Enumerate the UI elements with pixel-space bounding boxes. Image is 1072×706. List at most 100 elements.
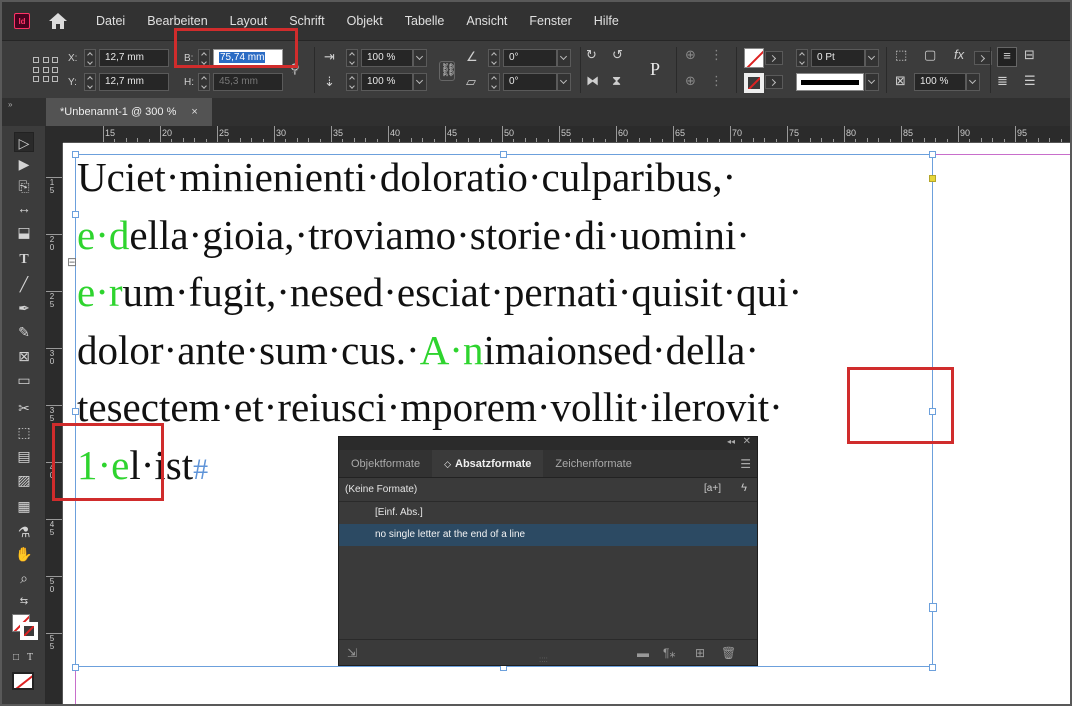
live-corner-handle[interactable] [929, 175, 936, 182]
document-tab[interactable]: *Unbenannt-1 @ 300 % × [46, 98, 212, 126]
menu-hilfe[interactable]: Hilfe [594, 14, 619, 28]
ruler-origin[interactable] [46, 126, 63, 143]
pencil-tool-icon[interactable]: ✎ [14, 322, 34, 342]
paragraph-direction-icon[interactable]: P [642, 57, 668, 81]
create-style-from-selection-icon[interactable]: [a+] [704, 483, 721, 494]
shear-stepper[interactable] [488, 73, 500, 91]
select-next-icon[interactable]: ⋮ [710, 73, 723, 89]
select-content-icon[interactable]: ⋮ [710, 47, 723, 63]
scale-x-dropdown[interactable] [413, 49, 427, 67]
hand-tool-icon[interactable]: ✋ [14, 544, 34, 564]
rotate-stepper[interactable] [488, 49, 500, 67]
constrain-scale-icon[interactable]: ⛓ [439, 61, 457, 81]
type-tool-icon[interactable]: T [14, 250, 34, 270]
height-field[interactable]: 45,3 mm [213, 73, 283, 91]
menu-ansicht[interactable]: Ansicht [466, 14, 507, 28]
close-tab-icon[interactable]: × [191, 106, 197, 118]
text-wrap-none-icon[interactable]: ≡ [997, 47, 1017, 67]
style-item-basic[interactable]: [Einf. Abs.] [339, 502, 757, 524]
line-tool-icon[interactable]: ╱ [14, 274, 34, 294]
frame-handle-bl[interactable] [72, 664, 79, 671]
tab-absatzformate[interactable]: ◇ Absatzformate [432, 450, 544, 477]
menu-fenster[interactable]: Fenster [529, 14, 571, 28]
gap-tool-icon[interactable]: ↔ [14, 198, 34, 218]
formatting-container-icon[interactable]: □ [10, 648, 22, 668]
stroke-swatch-icon[interactable] [744, 73, 764, 93]
text-wrap-shape-icon[interactable]: ≣ [997, 73, 1008, 89]
scale-y-dropdown[interactable] [413, 73, 427, 91]
fill-dropdown[interactable] [765, 51, 783, 65]
zoom-tool-icon[interactable]: ⌕ [14, 568, 34, 588]
y-stepper[interactable] [84, 73, 96, 91]
frame-handle-tr[interactable] [929, 151, 936, 158]
rotate-cw-icon[interactable]: ↻ [586, 47, 597, 63]
x-stepper[interactable] [84, 49, 96, 67]
fill-swatch-icon[interactable] [744, 48, 764, 68]
tab-zeichenformate[interactable]: Zeichenformate [543, 450, 643, 477]
selection-tool-icon[interactable]: ▷ [14, 132, 34, 152]
direct-selection-tool-icon[interactable]: ▶ [14, 154, 34, 174]
drop-shadow-icon[interactable]: ▢ [924, 47, 936, 63]
collapse-panel-icon[interactable]: » [8, 100, 12, 109]
pen-tool-icon[interactable]: ✒ [14, 298, 34, 318]
content-collector-icon[interactable]: ⬓ [14, 222, 34, 242]
rectangle-frame-tool-icon[interactable]: ⊠ [14, 346, 34, 366]
rectangle-tool-icon[interactable]: ▭ [14, 370, 34, 390]
close-panel-icon[interactable]: ✕ [743, 436, 751, 447]
opacity-field[interactable]: 100 % [914, 73, 966, 91]
scale-y-stepper[interactable] [346, 73, 358, 91]
fill-stroke-swatch-icon[interactable] [12, 614, 38, 640]
default-colors-icon[interactable]: ⇆ [14, 592, 34, 612]
resize-grip-icon[interactable]: :::: [539, 655, 548, 664]
in-port-icon[interactable]: ⊟ [67, 255, 77, 269]
effects-icon[interactable]: fx [954, 47, 964, 63]
x-field[interactable]: 12,7 mm [99, 49, 169, 67]
panel-menu-icon[interactable]: ☰ [740, 450, 751, 477]
text-wrap-jump-icon[interactable]: ☰ [1024, 73, 1036, 89]
flip-vertical-icon[interactable]: ⧗ [612, 73, 621, 89]
frame-handle-br[interactable] [929, 664, 936, 671]
tab-objektformate[interactable]: Objektformate [339, 450, 432, 477]
panel-header[interactable]: ◂◂ ✕ [339, 436, 757, 450]
shear-field[interactable]: 0° [503, 73, 557, 91]
scale-x-stepper[interactable] [346, 49, 358, 67]
rotate-dropdown[interactable] [557, 49, 571, 67]
y-field[interactable]: 12,7 mm [99, 73, 169, 91]
note-tool-icon[interactable]: ▦ [14, 496, 34, 516]
lightning-icon[interactable]: ϟ [741, 482, 747, 494]
apply-none-icon[interactable] [12, 672, 34, 690]
style-item-no-single-letter[interactable]: no single letter at the end of a line [339, 524, 757, 546]
menu-datei[interactable]: Datei [96, 14, 125, 28]
menu-schrift[interactable]: Schrift [289, 14, 324, 28]
stroke-type-dropdown[interactable] [865, 73, 879, 91]
select-previous-icon[interactable]: ⊕ [685, 73, 696, 89]
opacity-dropdown[interactable] [966, 73, 980, 91]
home-icon[interactable] [48, 12, 68, 30]
select-container-icon[interactable]: ⊕ [685, 47, 696, 63]
delete-style-icon[interactable]: 🗑 [721, 646, 736, 660]
scissors-tool-icon[interactable]: ✂ [14, 398, 34, 418]
menu-bearbeiten[interactable]: Bearbeiten [147, 14, 207, 28]
out-port-icon[interactable] [929, 603, 937, 612]
rotate-field[interactable]: 0° [503, 49, 557, 67]
clear-overrides-icon[interactable]: ¶⁎ [663, 646, 675, 660]
corner-options-icon[interactable]: ⬚ [895, 47, 907, 63]
new-group-icon[interactable]: ▬ [637, 646, 649, 660]
reference-point-icon[interactable] [33, 57, 59, 83]
eyedropper-tool-icon[interactable]: ⚗ [14, 522, 34, 542]
menu-tabelle[interactable]: Tabelle [405, 14, 445, 28]
load-styles-icon[interactable]: ⇲ [347, 646, 357, 660]
page-tool-icon[interactable]: ⎘ [14, 176, 34, 196]
stroke-type-select[interactable] [796, 73, 864, 91]
text-wrap-bbox-icon[interactable]: ⊟ [1024, 47, 1035, 63]
height-stepper[interactable] [198, 73, 210, 91]
stroke-weight-stepper[interactable] [796, 49, 808, 67]
collapse-icon[interactable]: ◂◂ [727, 437, 735, 446]
free-transform-tool-icon[interactable]: ⬚ [14, 422, 34, 442]
formatting-text-icon[interactable]: T [24, 648, 36, 668]
menu-objekt[interactable]: Objekt [347, 14, 383, 28]
scale-x-field[interactable]: 100 % [361, 49, 413, 67]
gradient-tool-icon[interactable]: ▤ [14, 446, 34, 466]
new-style-icon[interactable]: ⊞ [695, 646, 705, 660]
stroke-dropdown[interactable] [765, 75, 783, 89]
